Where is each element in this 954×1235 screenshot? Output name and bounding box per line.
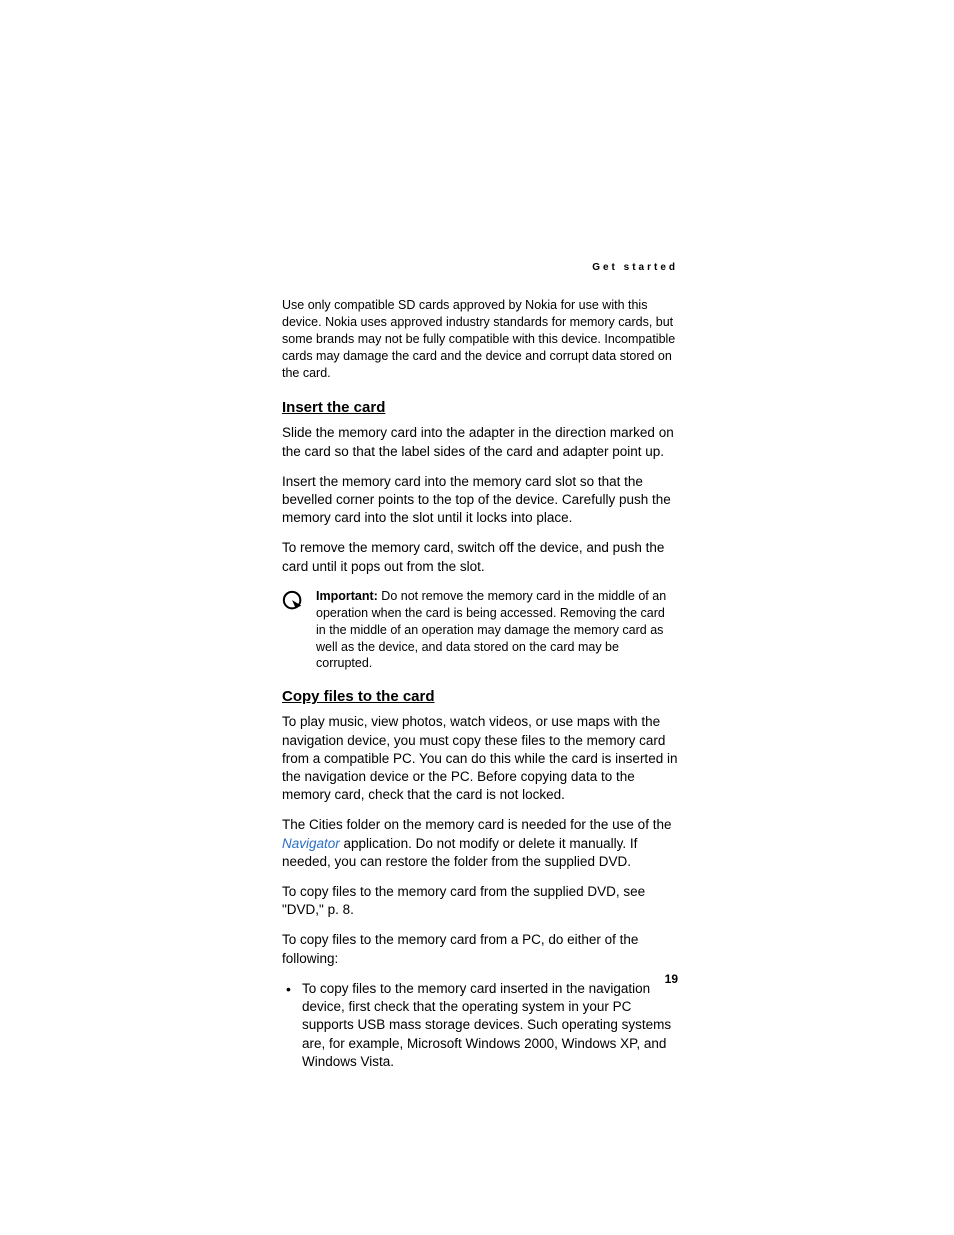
running-header: Get started [282, 262, 678, 273]
text-run: The Cities folder on the memory card is … [282, 817, 671, 832]
paragraph: Insert the memory card into the memory c… [282, 473, 678, 528]
intro-paragraph: Use only compatible SD cards approved by… [282, 297, 678, 381]
important-label: Important: [316, 589, 378, 603]
page-number: 19 [665, 972, 678, 986]
navigator-link[interactable]: Navigator [282, 836, 340, 851]
document-page: Get started Use only compatible SD cards… [282, 262, 678, 1081]
paragraph: Slide the memory card into the adapter i… [282, 424, 678, 460]
bullet-list: To copy files to the memory card inserte… [282, 980, 678, 1071]
paragraph: To remove the memory card, switch off th… [282, 539, 678, 575]
important-note-text: Important: Do not remove the memory card… [316, 588, 678, 672]
important-note: Important: Do not remove the memory card… [282, 588, 678, 672]
paragraph: To copy files to the memory card from a … [282, 931, 678, 967]
heading-insert-card: Insert the card [282, 399, 678, 416]
paragraph: To play music, view photos, watch videos… [282, 713, 678, 804]
paragraph-with-link: The Cities folder on the memory card is … [282, 816, 678, 871]
paragraph: To copy files to the memory card from th… [282, 883, 678, 919]
list-item: To copy files to the memory card inserte… [282, 980, 678, 1071]
heading-copy-files: Copy files to the card [282, 688, 678, 705]
important-icon [282, 590, 304, 612]
